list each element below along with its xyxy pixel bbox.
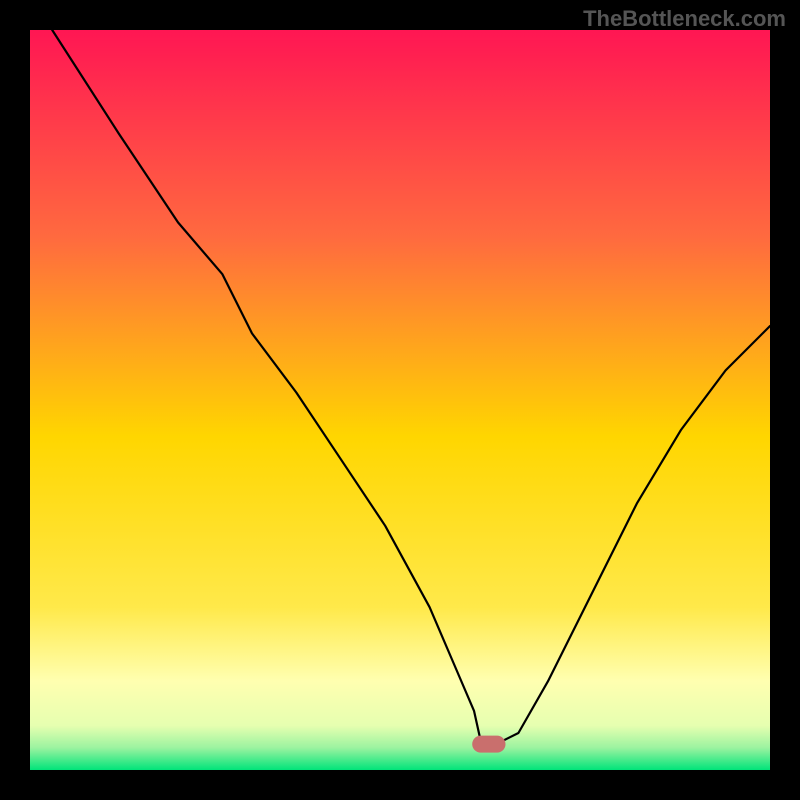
plot-area: [30, 30, 770, 770]
plot-background: [30, 30, 770, 770]
attribution-text: TheBottleneck.com: [583, 6, 786, 32]
chart-container: TheBottleneck.com: [0, 0, 800, 800]
optimum-marker: [472, 736, 505, 753]
chart-svg: [0, 0, 800, 800]
